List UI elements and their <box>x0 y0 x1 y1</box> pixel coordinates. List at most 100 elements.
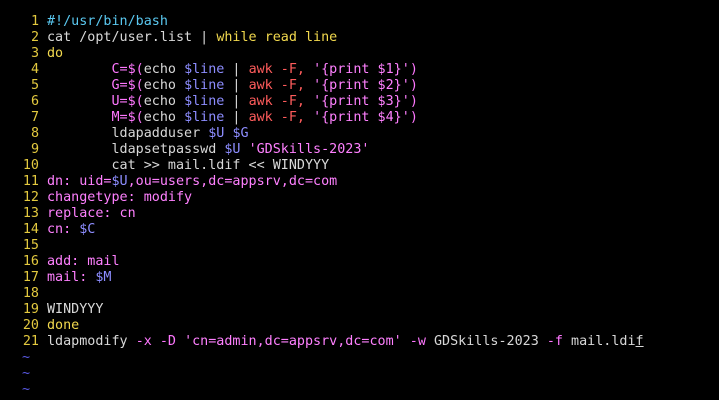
code-token: $line <box>184 62 225 77</box>
code-token: echo <box>143 94 185 109</box>
editor-line[interactable]: 2 cat /opt/user.list | while read line <box>0 30 719 46</box>
code-text: WINDYYY <box>47 302 103 318</box>
code-token: ) <box>409 94 418 109</box>
code-token: | <box>224 78 249 93</box>
code-token: WINDYYY <box>47 302 104 317</box>
line-number: 19 <box>22 302 39 317</box>
code-token: done <box>47 318 80 333</box>
code-text: #!/usr/bin/bash <box>47 14 168 30</box>
code-token: M= <box>47 110 128 125</box>
code-token: $M <box>95 270 112 285</box>
code-text: M=$(echo $line | awk -F, '{print $4}') <box>47 110 418 126</box>
line-number: 10 <box>22 158 39 173</box>
code-token: awk -F, <box>248 78 314 93</box>
editor-line[interactable]: 13 replace: cn <box>0 206 719 222</box>
code-text: ldapmodify -x -D 'cn=admin,dc=appsrv,dc=… <box>47 334 644 350</box>
code-token: while <box>216 30 257 45</box>
code-token: replace: cn <box>47 206 136 221</box>
editor-line[interactable]: 12 changetype: modify <box>0 190 719 206</box>
line-number: 14 <box>22 222 39 237</box>
editor-line[interactable]: 3 do <box>0 46 719 62</box>
line-number: 2 <box>30 30 39 45</box>
empty-buffer-line: ~ <box>0 350 719 366</box>
code-token: echo <box>143 110 185 125</box>
code-token: '{print $4}' <box>313 110 410 125</box>
tilde-marker: ~ <box>22 350 31 365</box>
code-text: ldapadduser $U $G <box>47 126 249 142</box>
code-token: cat >> mail.ldif << WINDYYY <box>47 158 330 173</box>
code-text: replace: cn <box>47 206 136 222</box>
code-token: | <box>224 110 249 125</box>
line-number: 15 <box>22 238 39 253</box>
cursor-char: f <box>635 334 644 349</box>
code-text: done <box>47 318 79 334</box>
code-token: $G <box>232 126 249 141</box>
code-text: cat >> mail.ldif << WINDYYY <box>47 158 329 174</box>
editor-line[interactable]: 11 dn: uid=$U,ou=users,dc=appsrv,dc=com <box>0 174 719 190</box>
code-token: ldapsetpasswd <box>47 142 225 157</box>
line-number: 6 <box>30 94 39 109</box>
code-token: U= <box>47 94 128 109</box>
code-token: $C <box>79 222 96 237</box>
code-token: echo <box>143 78 185 93</box>
line-number: 18 <box>22 286 39 301</box>
line-number: 20 <box>22 318 39 333</box>
editor-line[interactable]: 21 ldapmodify -x -D 'cn=admin,dc=appsrv,d… <box>0 334 719 350</box>
code-token: $( <box>127 78 144 93</box>
code-token: ,ou=users,dc=appsrv,dc=com <box>127 174 338 189</box>
line-number: 3 <box>30 46 39 61</box>
code-token: ldapmodify <box>47 334 136 349</box>
line-number: 16 <box>22 254 39 269</box>
code-token: mail: <box>47 270 96 285</box>
editor-line[interactable]: 19 WINDYYY <box>0 302 719 318</box>
code-text: G=$(echo $line | awk -F, '{print $2}') <box>47 78 417 94</box>
editor-line[interactable]: 5 G=$(echo $line | awk -F, '{print $2}') <box>0 78 719 94</box>
code-token: $U <box>111 174 128 189</box>
code-token: ldapadduser <box>47 126 209 141</box>
code-token: 'GDSkills-2023' <box>248 142 370 157</box>
code-token: changetype: modify <box>47 190 193 205</box>
line-number: 11 <box>22 174 39 189</box>
code-token: C= <box>47 62 128 77</box>
editor-line[interactable]: 8 ldapadduser $U $G <box>0 126 719 142</box>
code-token: dn: uid= <box>47 174 112 189</box>
editor-line[interactable]: 20 done <box>0 318 719 334</box>
code-text: add: mail <box>47 254 120 270</box>
code-text: cat /opt/user.list | while read line <box>47 30 337 46</box>
line-number: 4 <box>30 62 39 77</box>
empty-buffer-line: ~ <box>0 382 719 398</box>
code-token: awk -F, <box>248 62 314 77</box>
editor-line[interactable]: 15 <box>0 238 719 254</box>
code-token: read <box>264 30 297 45</box>
line-number: 12 <box>22 190 39 205</box>
line-number: 7 <box>30 110 39 125</box>
code-token: $U <box>208 126 225 141</box>
code-token: 'cn=admin,dc=appsrv,dc=com' <box>184 334 402 349</box>
editor-line[interactable]: 18 <box>0 286 719 302</box>
code-token: add: mail <box>47 254 120 269</box>
code-text: U=$(echo $line | awk -F, '{print $3}') <box>47 94 418 110</box>
vim-editor[interactable]: 1 #!/usr/bin/bash 2 cat /opt/user.list | wh… <box>0 14 719 398</box>
editor-line[interactable]: 6 U=$(echo $line | awk -F, '{print $3}') <box>0 94 719 110</box>
editor-line[interactable]: 10 cat >> mail.ldif << WINDYYY <box>0 158 719 174</box>
tilde-marker: ~ <box>22 382 31 397</box>
code-token: GDSkills-2023 <box>433 334 547 349</box>
editor-line[interactable]: 1 #!/usr/bin/bash <box>0 14 719 30</box>
editor-line[interactable]: 14 cn: $C <box>0 222 719 238</box>
code-token: $( <box>127 94 144 109</box>
code-token: '{print $2}' <box>313 78 410 93</box>
editor-line[interactable]: 9 ldapsetpasswd $U 'GDSkills-2023' <box>0 142 719 158</box>
code-token: ) <box>409 110 418 125</box>
code-text: C=$(echo $line | awk -F, '{print $1}') <box>47 62 417 78</box>
editor-line[interactable]: 4 C=$(echo $line | awk -F, '{print $1}') <box>0 62 719 78</box>
code-token: #!/usr/bin/bash <box>47 14 168 29</box>
code-token: '{print $3}' <box>313 94 410 109</box>
editor-line[interactable]: 7 M=$(echo $line | awk -F, '{print $4}') <box>0 110 719 126</box>
line-number: 5 <box>30 78 39 93</box>
editor-line[interactable]: 17 mail: $M <box>0 270 719 286</box>
line-number: 8 <box>30 126 39 141</box>
code-text: dn: uid=$U,ou=users,dc=appsrv,dc=com <box>47 174 337 190</box>
editor-line[interactable]: 16 add: mail <box>0 254 719 270</box>
code-text: changetype: modify <box>47 190 192 206</box>
